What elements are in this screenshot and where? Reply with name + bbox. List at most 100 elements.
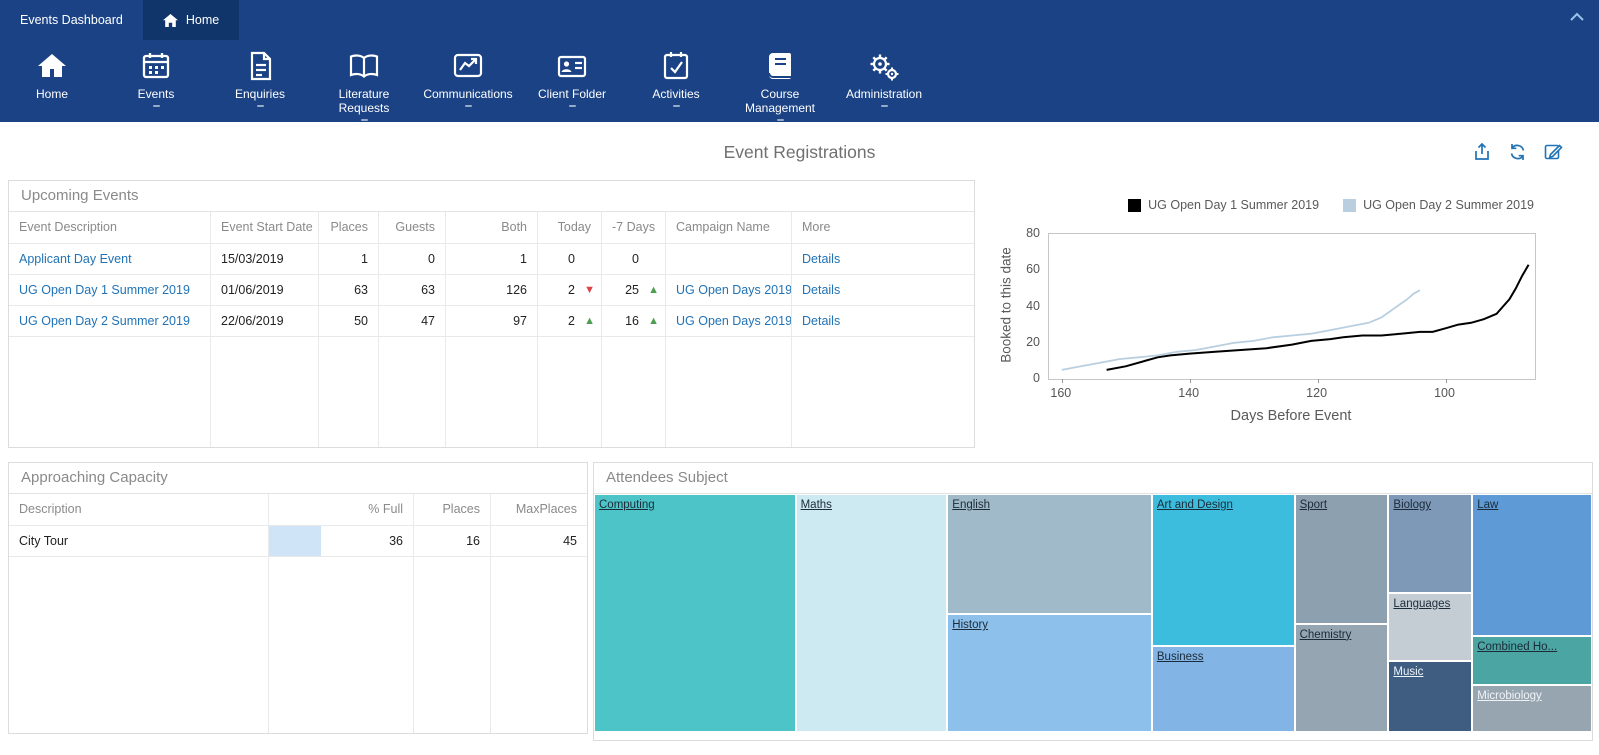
document-icon [243,45,277,87]
column-header: Places [319,212,379,244]
event-description-link[interactable]: UG Open Day 1 Summer 2019 [9,275,211,306]
column-header: Guests [379,212,446,244]
nav-item-enquiries[interactable]: Enquiries [208,40,312,122]
seven-days-cell: 25 ▲ [602,275,666,306]
details-link[interactable]: Details [792,244,974,275]
table-filler-cell [379,337,446,447]
nav-item-course-management[interactable]: Course Management [728,40,832,122]
treemap-tile-history[interactable]: History [947,613,1152,732]
nav-item-client-folder[interactable]: Client Folder [520,40,624,122]
campaign-link[interactable]: UG Open Days 2019 [666,306,792,337]
export-icon[interactable] [1472,142,1492,162]
table-filler-cell [538,337,602,447]
column-header: Today [538,212,602,244]
line-chart-plot [1048,233,1536,383]
page-title: Event Registrations [723,142,876,162]
x-axis-ticks: 160 140 120 100 [1048,386,1534,402]
book-icon [763,45,797,87]
treemap-tile-maths[interactable]: Maths [795,494,948,732]
nav-item-administration[interactable]: Administration [832,40,936,122]
legend-label: UG Open Day 1 Summer 2019 [1148,198,1320,212]
seven-days-value: 16 [625,313,639,328]
details-link[interactable]: Details [792,275,974,306]
dropdown-indicator [880,105,888,107]
attendees-subject-treemap: Computing Maths English History Art and Desi… [594,494,1592,732]
chart-legend: UG Open Day 1 Summer 2019 UG Open Day 2 … [1128,198,1534,212]
event-description-link[interactable]: Applicant Day Event [9,244,211,275]
nav-label: Events [137,87,175,101]
x-tick-label: 100 [1434,386,1455,400]
dropdown-indicator [152,105,160,107]
nav-label: Enquiries [234,87,286,101]
treemap-tile-computing[interactable]: Computing [594,494,796,732]
treemap-tile-microbiology[interactable]: Microbiology [1472,685,1592,732]
series-line-1 [1061,289,1421,371]
approaching-capacity-panel: Approaching Capacity Description % Full … [8,462,588,734]
panel-title: Approaching Capacity [9,463,587,494]
treemap-tile-label: Music [1393,665,1424,678]
panel-title: Upcoming Events [9,181,974,212]
open-book-icon [347,45,381,87]
column-header: Event Start Date [211,212,319,244]
treemap-tile-chemistry[interactable]: Chemistry [1294,623,1389,732]
x-tick-label: 120 [1306,386,1328,400]
tab-label: Events Dashboard [20,13,123,27]
percent-full-value: 36 [389,534,403,548]
event-description-link[interactable]: UG Open Day 2 Summer 2019 [9,306,211,337]
treemap-tile-biology[interactable]: Biology [1388,494,1473,593]
refresh-icon[interactable] [1507,142,1528,162]
treemap-tile-music[interactable]: Music [1388,660,1473,732]
details-link[interactable]: Details [792,306,974,337]
treemap-tile-languages[interactable]: Languages [1388,592,1473,661]
nav-item-home[interactable]: Home [0,40,104,122]
places-value: 50 [319,306,379,337]
campaign-link[interactable] [666,244,792,275]
edit-icon[interactable] [1543,142,1563,162]
collapse-chevron-up-icon[interactable] [1569,12,1585,22]
legend-item: UG Open Day 1 Summer 2019 [1128,198,1319,212]
event-start-date: 01/06/2019 [211,275,319,306]
gears-icon [867,45,901,87]
treemap-tile-business[interactable]: Business [1151,646,1295,732]
seven-days-value: 0 [632,251,639,266]
places-value: 63 [319,275,379,306]
today-value: 0 [568,251,575,266]
nav-item-events[interactable]: Events [104,40,208,122]
treemap-tile-art-and-design[interactable]: Art and Design [1151,494,1295,647]
trend-up-icon: ▲ [648,314,659,327]
upcoming-events-panel: Upcoming Events Event Description Event … [8,180,975,448]
y-tick-label: 80 [1026,226,1040,240]
calendar-icon [139,45,173,87]
table-filler-cell [9,557,269,733]
tab-events-dashboard[interactable]: Events Dashboard [0,0,143,40]
treemap-tile-law[interactable]: Law [1472,494,1592,637]
nav-item-activities[interactable]: Activities [624,40,728,122]
treemap-tile-combined-ho[interactable]: Combined Ho... [1472,636,1592,686]
top-tab-strip: Events Dashboard Home [0,0,1599,40]
today-cell: 2 ▲ [538,306,602,337]
table-filler-cell [319,337,379,447]
column-header: -7 Days [602,212,666,244]
nav-item-communications[interactable]: Communications [416,40,520,122]
column-header: More [792,212,974,244]
id-card-icon [555,45,589,87]
treemap-tile-sport[interactable]: Sport [1294,494,1389,624]
nav-item-literature-requests[interactable]: Literature Requests [312,40,416,122]
today-value: 2 [568,282,575,297]
today-cell: 0 [538,244,602,275]
nav-label: Administration [845,87,923,101]
table-filler-cell [792,337,974,447]
column-header: Campaign Name [666,212,792,244]
capacity-description: City Tour [9,526,269,557]
tab-home[interactable]: Home [142,0,240,40]
column-header: Both [446,212,538,244]
panel-title: Attendees Subject [594,463,1592,494]
dropdown-indicator [568,105,576,107]
treemap-tile-english[interactable]: English [947,494,1152,614]
nav-label: Home [35,87,68,101]
treemap-tile-label: Microbiology [1477,690,1542,703]
campaign-link[interactable]: UG Open Days 2019 [666,275,792,306]
upcoming-events-table: Event Description Event Start Date Place… [9,212,974,447]
capacity-max-places: 45 [491,526,587,557]
table-filler-cell [211,337,319,447]
